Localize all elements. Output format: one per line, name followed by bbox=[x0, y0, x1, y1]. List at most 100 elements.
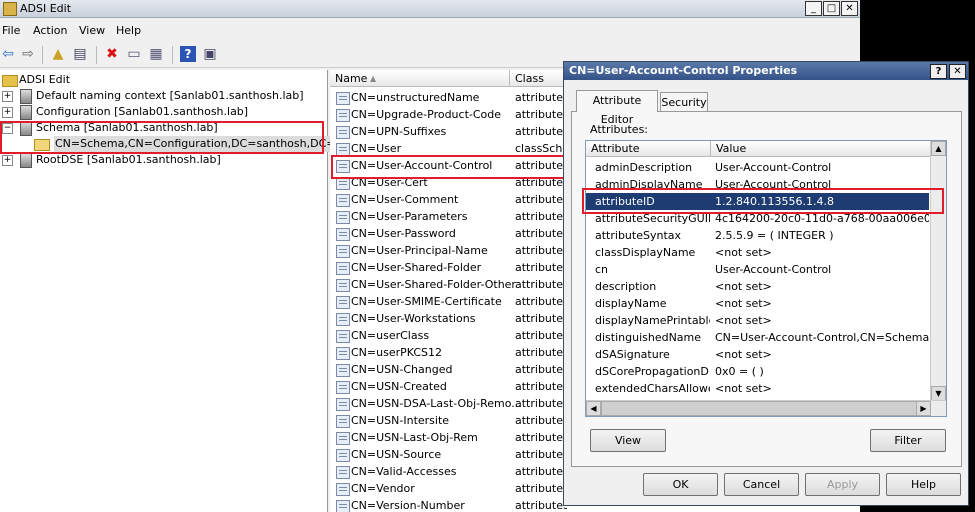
toolbar-separator bbox=[96, 46, 97, 64]
highlight-box bbox=[582, 188, 944, 214]
maximize-button[interactable]: □ bbox=[823, 1, 840, 16]
list-item-name: CN=User-Comment bbox=[351, 193, 459, 206]
scroll-right-icon[interactable]: ▶ bbox=[916, 401, 931, 416]
schema-object-icon bbox=[336, 245, 350, 258]
server-icon bbox=[20, 153, 32, 168]
schema-object-icon bbox=[336, 381, 350, 394]
attribute-row[interactable]: description <not set> bbox=[586, 278, 929, 295]
attribute-row[interactable]: displayNamePrintable <not set> bbox=[586, 312, 929, 329]
scroll-down-icon[interactable]: ▼ bbox=[931, 386, 946, 401]
view-button[interactable]: View bbox=[590, 429, 666, 452]
list-item-class: attributeSc bbox=[515, 278, 567, 291]
horizontal-scrollbar[interactable]: ◀ ▶ bbox=[586, 400, 946, 416]
export-list-icon[interactable]: ▦ bbox=[148, 46, 164, 62]
expand-icon[interactable]: + bbox=[2, 155, 13, 166]
attribute-name: displayNamePrintable bbox=[595, 314, 710, 327]
help-icon[interactable]: ? bbox=[180, 46, 196, 62]
list-item-name: CN=User-Password bbox=[351, 227, 456, 240]
filter-button[interactable]: Filter bbox=[870, 429, 946, 452]
list-item-class: attributeSc bbox=[515, 244, 567, 257]
scroll-up-icon[interactable]: ▲ bbox=[931, 141, 946, 156]
attribute-row[interactable]: extendedCharsAllowed <not set> bbox=[586, 380, 929, 397]
schema-object-icon bbox=[336, 398, 350, 411]
dialog-help-button[interactable]: ? bbox=[930, 64, 947, 79]
menu-action[interactable]: Action bbox=[33, 24, 67, 37]
list-item-name: CN=User-Shared-Folder bbox=[351, 261, 482, 274]
attribute-value: <not set> bbox=[715, 280, 772, 293]
list-item-name: CN=USN-Intersite bbox=[351, 414, 450, 427]
schema-object-icon bbox=[336, 194, 350, 207]
tab-security[interactable]: Security bbox=[660, 92, 708, 112]
minimize-button[interactable]: _ bbox=[805, 1, 822, 16]
attribute-value: 0x0 = ( ) bbox=[715, 365, 764, 378]
show-hide-tree-icon[interactable]: ▤ bbox=[72, 46, 88, 62]
schema-object-icon bbox=[336, 364, 350, 377]
schema-object-icon bbox=[336, 466, 350, 479]
app-icon bbox=[3, 2, 17, 16]
attribute-name: displayName bbox=[595, 297, 667, 310]
attribute-name: classDisplayName bbox=[595, 246, 696, 259]
attribute-row[interactable]: distinguishedName CN=User-Account-Control… bbox=[586, 329, 929, 346]
title-bar: ADSI Edit _ □ ✕ bbox=[0, 0, 860, 18]
attribute-row[interactable]: dSCorePropagationD... 0x0 = ( ) bbox=[586, 363, 929, 380]
vertical-scrollbar[interactable]: ▲ ▼ bbox=[930, 141, 946, 401]
attribute-value: <not set> bbox=[715, 297, 772, 310]
schema-object-icon bbox=[336, 109, 350, 122]
server-icon bbox=[20, 89, 32, 104]
list-item-name: CN=userPKCS12 bbox=[351, 346, 443, 359]
delete-icon[interactable]: ✖ bbox=[104, 46, 120, 62]
help-button[interactable]: Help bbox=[886, 473, 961, 496]
close-button[interactable]: ✕ bbox=[841, 1, 858, 16]
menu-help[interactable]: Help bbox=[116, 24, 141, 37]
scroll-thumb[interactable] bbox=[601, 401, 921, 416]
toolbar-separator bbox=[42, 46, 43, 64]
list-item-class: attributeSc bbox=[515, 193, 567, 206]
attribute-row[interactable]: attributeSyntax 2.5.5.9 = ( INTEGER ) bbox=[586, 227, 929, 244]
list-item-name: CN=User-Workstations bbox=[351, 312, 476, 325]
ok-button[interactable]: OK bbox=[643, 473, 718, 496]
list-item-name: CN=userClass bbox=[351, 329, 430, 342]
list-item-name: CN=User-SMIME-Certificate bbox=[351, 295, 502, 308]
scroll-left-icon[interactable]: ◀ bbox=[586, 401, 601, 416]
menu-view[interactable]: View bbox=[79, 24, 105, 37]
expand-icon[interactable]: + bbox=[2, 107, 13, 118]
schema-object-icon bbox=[336, 279, 350, 292]
cancel-button[interactable]: Cancel bbox=[724, 473, 799, 496]
up-folder-icon[interactable]: ▲ bbox=[50, 46, 66, 62]
schema-object-icon bbox=[336, 296, 350, 309]
attribute-row[interactable]: adminDescription User-Account-Control bbox=[586, 159, 929, 176]
show-action-pane-icon[interactable]: ▣ bbox=[202, 46, 218, 62]
dialog-close-button[interactable]: ✕ bbox=[949, 64, 966, 79]
expand-icon[interactable]: + bbox=[2, 91, 13, 102]
attribute-row[interactable]: displayName <not set> bbox=[586, 295, 929, 312]
list-item-name: CN=User-Principal-Name bbox=[351, 244, 488, 257]
highlight-box bbox=[331, 155, 570, 179]
column-header-class[interactable]: Class bbox=[510, 70, 570, 87]
list-item-name: CN=unstructuredName bbox=[351, 91, 480, 104]
list-item-name: CN=USN-Last-Obj-Rem bbox=[351, 431, 478, 444]
attribute-name: dSASignature bbox=[595, 348, 670, 361]
attribute-row[interactable]: classDisplayName <not set> bbox=[586, 244, 929, 261]
schema-object-icon bbox=[336, 228, 350, 241]
list-item-name: CN=USN-Changed bbox=[351, 363, 453, 376]
attributes-grid: Attribute Value adminDescription User-Acc… bbox=[585, 140, 947, 417]
properties-icon[interactable]: ▭ bbox=[126, 46, 142, 62]
schema-object-icon bbox=[336, 211, 350, 224]
forward-icon[interactable]: ⇨ bbox=[20, 46, 36, 62]
attribute-name: extendedCharsAllowed bbox=[595, 382, 710, 395]
list-item-class: attributeSc bbox=[515, 482, 567, 495]
attribute-row[interactable]: cn User-Account-Control bbox=[586, 261, 929, 278]
tab-attribute-editor[interactable]: Attribute Editor bbox=[576, 90, 658, 126]
attribute-row[interactable]: dSASignature <not set> bbox=[586, 346, 929, 363]
column-header-attribute[interactable]: Attribute bbox=[586, 141, 711, 157]
menu-bar: File Action View Help bbox=[0, 22, 860, 40]
attribute-value: User-Account-Control bbox=[715, 161, 832, 174]
attribute-value: <not set> bbox=[715, 246, 772, 259]
column-header-name[interactable]: Name ▲ bbox=[330, 70, 510, 87]
list-item-name: CN=Version-Number bbox=[351, 499, 465, 512]
back-icon[interactable]: ⇦ bbox=[0, 46, 16, 62]
column-header-value[interactable]: Value bbox=[711, 141, 931, 157]
menu-file[interactable]: File bbox=[2, 24, 20, 37]
schema-object-icon bbox=[336, 432, 350, 445]
list-item-class: attributeSc bbox=[515, 125, 567, 138]
